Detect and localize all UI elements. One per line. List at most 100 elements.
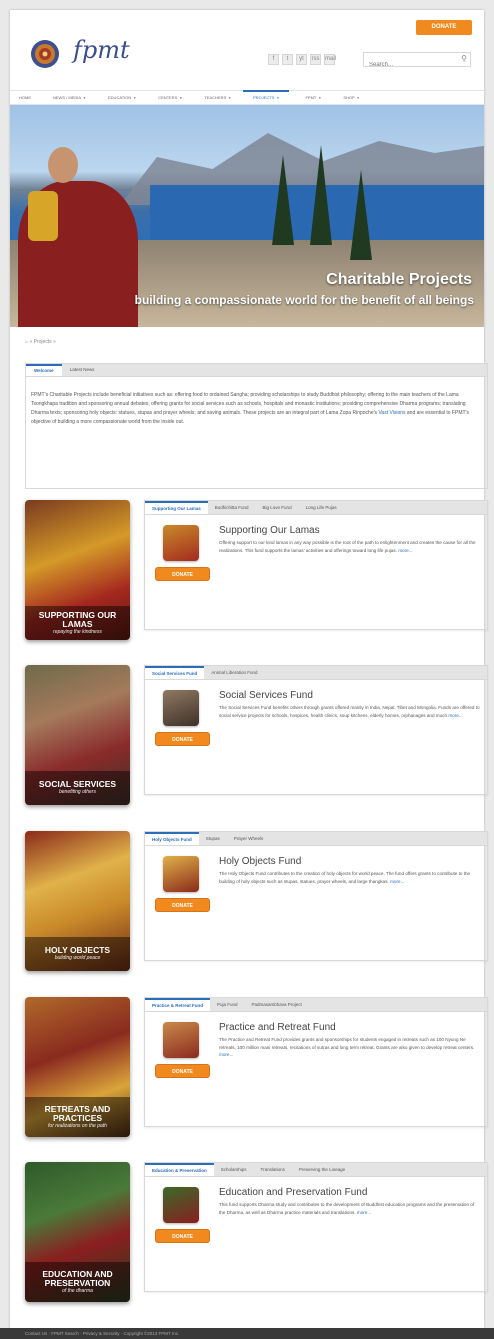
social-icons: f t yt rss mail [268, 54, 336, 65]
fund-image-subtitle: repaying the kindness [53, 628, 102, 635]
fund-tab[interactable]: Social Services Fund [145, 666, 205, 679]
fund-title: Social Services Fund [219, 690, 313, 701]
donate-button-header[interactable]: DONATE [416, 20, 472, 35]
donate-button[interactable]: DONATE [155, 732, 210, 746]
fpmt-logo[interactable]: fpmt [25, 24, 135, 84]
mail-icon[interactable]: mail [324, 54, 336, 65]
nav-label: EDUCATION [108, 95, 132, 100]
nav-label: SHOP [343, 95, 355, 100]
footer[interactable]: Contact Us · FPMT Search · Privacy & Sec… [0, 1328, 494, 1339]
page: fpmt DONATE f t yt rss mail ⚲ HOME NEWS … [10, 10, 488, 1328]
fund-tab[interactable]: Padmasambhava Project [245, 998, 309, 1011]
nav-home[interactable]: HOME [10, 90, 31, 105]
fund-tab[interactable]: Holy Objects Fund [145, 832, 199, 845]
hero-banner: Charitable Projects building a compassio… [10, 105, 484, 327]
nav-shop[interactable]: SHOP ▼ [321, 90, 359, 105]
fund-tab-bar: Holy Objects Fund Stupas Prayer Wheels [145, 832, 487, 846]
fund-tab[interactable]: Translations [254, 1163, 292, 1176]
fund-image-title: RETREATS AND PRACTICES [44, 1103, 111, 1123]
home-icon[interactable]: ⌂ [25, 339, 28, 345]
fund-tab[interactable]: Preserving the Lineage [292, 1163, 352, 1176]
lotus-icon [31, 40, 59, 68]
fund-tab[interactable]: Supporting Our Lamas [145, 501, 208, 514]
tab-welcome[interactable]: Welcome [26, 364, 62, 376]
fund-education-preservation: EDUCATION AND PRESERVATION of the dharma… [25, 1162, 488, 1312]
fund-image[interactable]: SOCIAL SERVICES benefiting others [25, 665, 130, 805]
hero-subtitle: building a compassionate world for the b… [134, 293, 474, 307]
rss-icon[interactable]: rss [310, 54, 321, 65]
vast-visions-link[interactable]: Vast Visions [378, 410, 405, 416]
nav-projects[interactable]: PROJECTS ▼ [243, 90, 290, 105]
fund-tab[interactable]: Education & Preservation [145, 1163, 214, 1176]
donate-button[interactable]: DONATE [155, 898, 210, 912]
donate-button[interactable]: DONATE [155, 1229, 210, 1243]
fund-image[interactable]: HOLY OBJECTS building world peace [25, 831, 130, 971]
fund-image-subtitle: benefiting others [59, 789, 96, 795]
fund-image[interactable]: EDUCATION AND PRESERVATION of the dharma [25, 1162, 130, 1302]
fund-title: Practice and Retreat Fund [219, 1022, 336, 1033]
search-icon[interactable]: ⚲ [461, 54, 467, 63]
fund-thumbnail [163, 525, 199, 561]
fund-image-subtitle: for realizations on the path [48, 1122, 107, 1129]
fund-description: The Holy Objects Fund contributes to the… [219, 870, 481, 885]
nav-education[interactable]: EDUCATION ▼ [86, 90, 136, 105]
fund-panel: Practice & Retreat Fund Puja Fund Padmas… [144, 997, 488, 1127]
fund-image-subtitle: of the dharma [62, 1287, 93, 1294]
tree-image [272, 155, 294, 245]
fund-tab[interactable]: Stupas [199, 832, 227, 845]
nav-label: PROJECTS [253, 95, 275, 100]
fund-description: This fund supports Dharma study and cont… [219, 1201, 481, 1216]
fund-tab[interactable]: Long Life Pujas [299, 501, 344, 514]
fund-image-caption: SOCIAL SERVICES benefiting others [25, 771, 130, 805]
fund-tab[interactable]: Prayer Wheels [227, 832, 271, 845]
nav-fpmt[interactable]: FPMT ▼ [289, 90, 321, 105]
fund-image-title: SOCIAL SERVICES [38, 779, 117, 789]
facebook-icon[interactable]: f [268, 54, 279, 65]
search-input[interactable] [364, 58, 454, 72]
nav-teachers[interactable]: TEACHERS ▼ [182, 90, 231, 105]
fund-tab[interactable]: Puja Fund [210, 998, 245, 1011]
fund-tab[interactable]: Bodhichitta Fund [208, 501, 256, 514]
more-link[interactable]: more... [448, 713, 462, 718]
fund-tab[interactable]: Big Love Fund [256, 501, 299, 514]
nav-label: HOME [19, 95, 31, 100]
more-link[interactable]: more... [219, 1052, 233, 1057]
search-box: ⚲ [363, 52, 471, 72]
youtube-icon[interactable]: yt [296, 54, 307, 65]
breadcrumb-current[interactable]: Projects [34, 339, 52, 345]
fund-tab-bar: Supporting Our Lamas Bodhichitta Fund Bi… [145, 501, 487, 515]
fund-title: Holy Objects Fund [219, 856, 302, 867]
logo-text: fpmt [73, 36, 130, 64]
nav-news-media[interactable]: NEWS / MEDIA ▼ [31, 90, 86, 105]
fund-tab-bar: Education & Preservation Scholarships Tr… [145, 1163, 487, 1177]
nav-centers[interactable]: CENTERS ▼ [136, 90, 182, 105]
fund-tab[interactable]: Animal Liberation Fund [204, 666, 264, 679]
fund-title: Education and Preservation Fund [219, 1187, 368, 1198]
more-link[interactable]: more... [357, 1210, 371, 1215]
more-link[interactable]: more... [398, 548, 412, 553]
tab-latest-news[interactable]: Latest News [62, 364, 103, 376]
donate-button[interactable]: DONATE [155, 1064, 210, 1078]
fund-panel: Supporting Our Lamas Bodhichitta Fund Bi… [144, 500, 488, 630]
fund-image[interactable]: RETREATS AND PRACTICES for realizations … [25, 997, 130, 1137]
fund-social-services: SOCIAL SERVICES benefiting others Social… [25, 665, 488, 815]
fund-image-caption: HOLY OBJECTS building world peace [25, 937, 130, 971]
hero-monk-image [18, 135, 138, 327]
donate-button[interactable]: DONATE [155, 567, 210, 581]
fund-image[interactable]: SUPPORTING OUR LAMAS repaying the kindne… [25, 500, 130, 640]
nav-label: TEACHERS [204, 95, 227, 100]
chevron-down-icon: ▼ [228, 96, 232, 100]
fund-image-caption: SUPPORTING OUR LAMAS repaying the kindne… [25, 606, 130, 640]
fund-tab[interactable]: Practice & Retreat Fund [145, 998, 211, 1011]
nav-label: CENTERS [158, 95, 178, 100]
twitter-icon[interactable]: t [282, 54, 293, 65]
intro-tabs: Welcome Latest News FPMT's Charitable Pr… [25, 363, 488, 489]
fund-image-caption: EDUCATION AND PRESERVATION of the dharma [25, 1262, 130, 1302]
fund-desc-text: Offering support to our kind lamas in an… [219, 540, 476, 553]
fund-description: The Practice and Retreat Fund provides g… [219, 1036, 481, 1059]
fund-thumbnail [163, 1022, 199, 1058]
fund-image-caption: RETREATS AND PRACTICES for realizations … [25, 1097, 130, 1137]
fund-tab[interactable]: Scholarships [214, 1163, 254, 1176]
intro-tab-bar: Welcome Latest News [25, 363, 488, 377]
more-link[interactable]: more... [390, 879, 404, 884]
